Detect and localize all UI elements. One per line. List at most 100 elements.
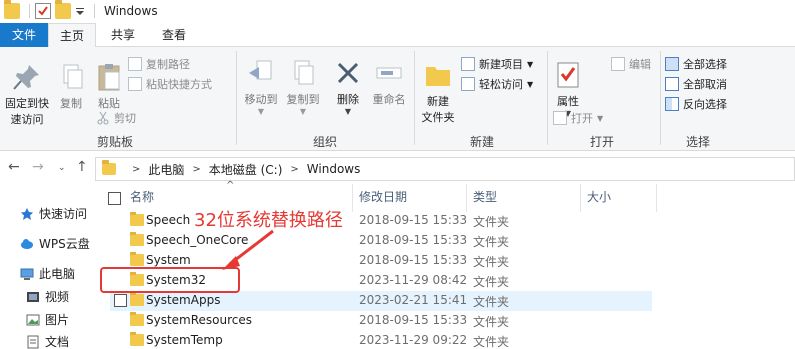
table-row[interactable]: Speech_OneCore 2018-09-15 15:33 文件夹 [110,231,652,251]
address-bar[interactable]: > 此电脑 > 本地磁盘 (C:) > Windows [95,157,795,181]
copy-to-icon [287,57,319,89]
easy-access-label: 轻松访问 [479,78,523,91]
file-date: 2023-02-21 15:41 [359,293,468,307]
column-divider[interactable] [580,184,581,212]
paste-shortcut-button[interactable]: 粘贴快捷方式 [128,75,212,93]
select-all-icon [665,57,679,71]
chevron-right-icon[interactable]: > [290,164,298,175]
invert-selection-button[interactable]: 反向选择 [665,95,727,113]
column-header-name[interactable]: 名称 [130,188,154,208]
rename-button[interactable]: 重命名 [368,57,410,107]
delete-button[interactable]: 删除 ▼ [331,57,365,116]
select-group-label: 选择 [685,135,710,149]
file-date: 2018-09-15 15:33 [359,313,468,327]
table-row[interactable]: SystemResources 2018-09-15 15:33 文件夹 [110,311,652,331]
column-divider[interactable] [466,184,467,212]
new-item-label: 新建项目 [479,58,523,71]
easy-access-button[interactable]: 轻松访问 ▼ [461,75,533,93]
pin-label-line1: 固定到快 [5,97,49,110]
easy-access-icon [461,77,475,91]
select-all-checkbox[interactable] [108,192,121,205]
sidebar-item-documents[interactable]: 文档 [26,333,69,349]
file-name: SystemApps [146,293,221,307]
folder-icon [130,212,144,226]
file-date: 2018-09-15 15:33 [359,253,468,267]
copy-icon [55,61,87,93]
column-divider[interactable] [352,184,353,212]
copy-to-label: 复制到 [286,93,320,106]
paste-button[interactable]: 粘贴 [92,61,126,111]
sidebar-item-wps-cloud[interactable]: WPS云盘 [20,235,90,252]
properties-icon [552,59,584,91]
new-folder-icon[interactable] [55,0,71,19]
open-button[interactable]: 打开 ▼ [553,109,603,127]
tab-home[interactable]: 主页 [48,23,96,48]
tab-share[interactable]: 共享 [100,23,146,47]
new-item-button[interactable]: 新建项目 ▼ [461,55,533,73]
sidebar-item-pictures[interactable]: 图片 [26,311,69,328]
column-header-date[interactable]: 修改日期 [359,188,407,208]
properties-check-icon[interactable] [35,3,51,19]
new-folder-button[interactable]: 新建 文件夹 [418,59,458,125]
sidebar-item-videos[interactable]: 视频 [26,288,69,305]
column-header-type[interactable]: 类型 [473,188,497,208]
file-date: 2023-11-29 08:42 [359,273,468,287]
edit-button[interactable]: 编辑 [611,55,651,73]
select-none-button[interactable]: 全部取消 [665,75,727,93]
recent-dropdown-icon[interactable]: ⌄ [58,163,66,173]
forward-arrow-icon[interactable]: → [32,159,44,175]
quick-access-toolbar [0,0,100,22]
chevron-right-icon[interactable]: > [192,164,200,175]
table-row[interactable]: Speech 2018-09-15 15:33 文件夹 [110,211,652,231]
copy-path-icon [128,57,142,71]
column-divider[interactable] [656,184,657,212]
sidebar-item-quick-access[interactable]: 快速访问 [20,205,87,222]
file-name: Speech [146,213,191,227]
column-header-size[interactable]: 大小 [587,188,611,208]
invert-selection-label: 反向选择 [683,98,727,111]
new-item-icon [461,57,475,71]
dropdown-arrow-icon: ▼ [527,59,534,69]
table-row[interactable]: SystemApps 2023-02-21 15:41 文件夹 [110,291,652,311]
customize-dropdown-icon[interactable] [75,3,85,19]
file-name: SystemTemp [146,333,223,347]
dropdown-arrow-icon: ▼ [597,113,604,123]
copy-to-button[interactable]: 复制到 ▼ [283,57,323,116]
file-name: SystemResources [146,313,253,327]
navigation-bar: ← → ⌄ ↑ > 此电脑 > 本地磁盘 (C:) > Windows [0,152,795,184]
sidebar-item-label: 文档 [45,335,70,349]
file-type: 文件夹 [473,235,510,249]
sort-ascending-icon: ^ [226,180,235,191]
breadcrumb-windows[interactable]: Windows [307,162,361,176]
sidebar-item-label: 快速访问 [39,207,88,221]
copy-path-button[interactable]: 复制路径 [128,55,190,73]
folder-icon [130,332,144,346]
copy-button[interactable]: 复制 [54,61,88,111]
organize-group-label: 组织 [312,135,337,149]
dropdown-arrow-icon: ▼ [344,107,352,116]
tab-view[interactable]: 查看 [150,23,198,47]
folder-icon [130,252,144,266]
tab-file[interactable]: 文件 [0,23,48,47]
cut-button[interactable]: 剪切 [96,109,136,127]
group-divider [547,51,548,145]
picture-icon [26,313,40,327]
pin-quick-access-button[interactable]: 固定到快 速访问 [2,61,52,127]
ribbon-tabs: 文件 主页 共享 查看 [0,23,795,48]
delete-x-icon [332,57,364,89]
copy-path-label: 复制路径 [146,58,190,71]
open-label: 打开 [571,112,593,125]
new-folder-label-line1: 新建 [427,95,449,108]
ribbon: 固定到快 速访问 复制 粘贴 复制路径 粘贴快捷方式 剪切 剪贴板 移动到 ▼ [0,47,795,151]
table-row[interactable]: SystemTemp 2023-11-29 09:22 文件夹 [110,331,652,349]
up-arrow-icon[interactable]: ↑ [76,159,88,175]
breadcrumb-local-disk[interactable]: 本地磁盘 (C:) [209,161,283,178]
breadcrumb-this-pc[interactable]: 此电脑 [148,161,184,178]
move-to-button[interactable]: 移动到 ▼ [241,57,281,116]
row-checkbox[interactable] [114,294,127,307]
clipboard-group-label: 剪贴板 [96,135,133,149]
select-all-button[interactable]: 全部选择 [665,55,727,73]
back-arrow-icon[interactable]: ← [8,159,20,175]
sidebar-item-this-pc[interactable]: 此电脑 [20,265,75,282]
chevron-right-icon[interactable]: > [132,164,140,175]
